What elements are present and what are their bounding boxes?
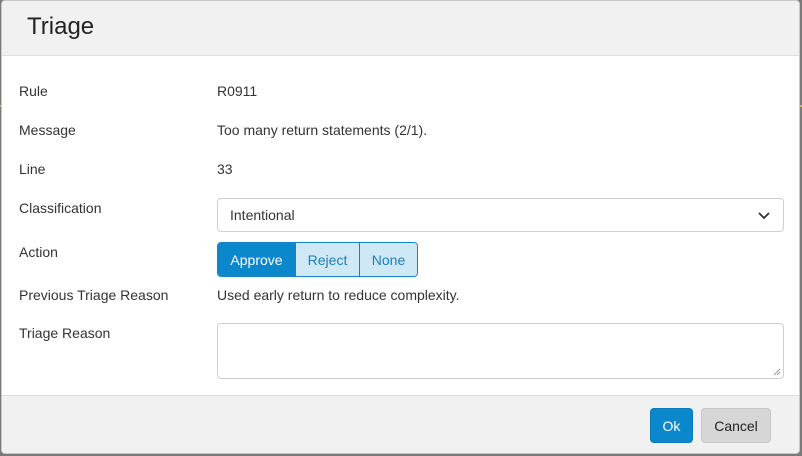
dialog-header: Triage bbox=[2, 1, 799, 56]
dialog-title: Triage bbox=[27, 13, 95, 40]
line-value: 33 bbox=[217, 161, 233, 177]
cancel-button[interactable]: Cancel bbox=[701, 408, 771, 443]
classification-label: Classification bbox=[19, 200, 102, 216]
action-reject-button[interactable]: Reject bbox=[295, 243, 359, 276]
previous-reason-label: Previous Triage Reason bbox=[19, 287, 169, 303]
action-approve-button[interactable]: Approve bbox=[218, 243, 295, 276]
classification-selected-value: Intentional bbox=[230, 207, 295, 223]
triage-reason-label: Triage Reason bbox=[19, 325, 111, 341]
previous-reason-value: Used early return to reduce complexity. bbox=[217, 287, 460, 303]
classification-select[interactable]: Intentional bbox=[217, 198, 784, 232]
dialog-footer: Ok Cancel bbox=[2, 395, 799, 453]
message-label: Message bbox=[19, 122, 76, 138]
triage-dialog: Triage Rule R0911 Message Too many retur… bbox=[1, 0, 800, 454]
rule-label: Rule bbox=[19, 83, 48, 99]
action-label: Action bbox=[19, 244, 58, 260]
resize-grip-icon[interactable] bbox=[773, 368, 781, 376]
ok-button[interactable]: Ok bbox=[650, 408, 693, 443]
dialog-body: Rule R0911 Message Too many return state… bbox=[2, 56, 799, 395]
message-value: Too many return statements (2/1). bbox=[217, 122, 428, 138]
chevron-down-icon bbox=[758, 212, 770, 220]
rule-value: R0911 bbox=[217, 83, 258, 99]
action-none-button[interactable]: None bbox=[359, 243, 417, 276]
action-button-group: Approve Reject None bbox=[217, 242, 418, 277]
line-label: Line bbox=[19, 161, 46, 177]
triage-reason-textarea[interactable] bbox=[217, 323, 784, 379]
